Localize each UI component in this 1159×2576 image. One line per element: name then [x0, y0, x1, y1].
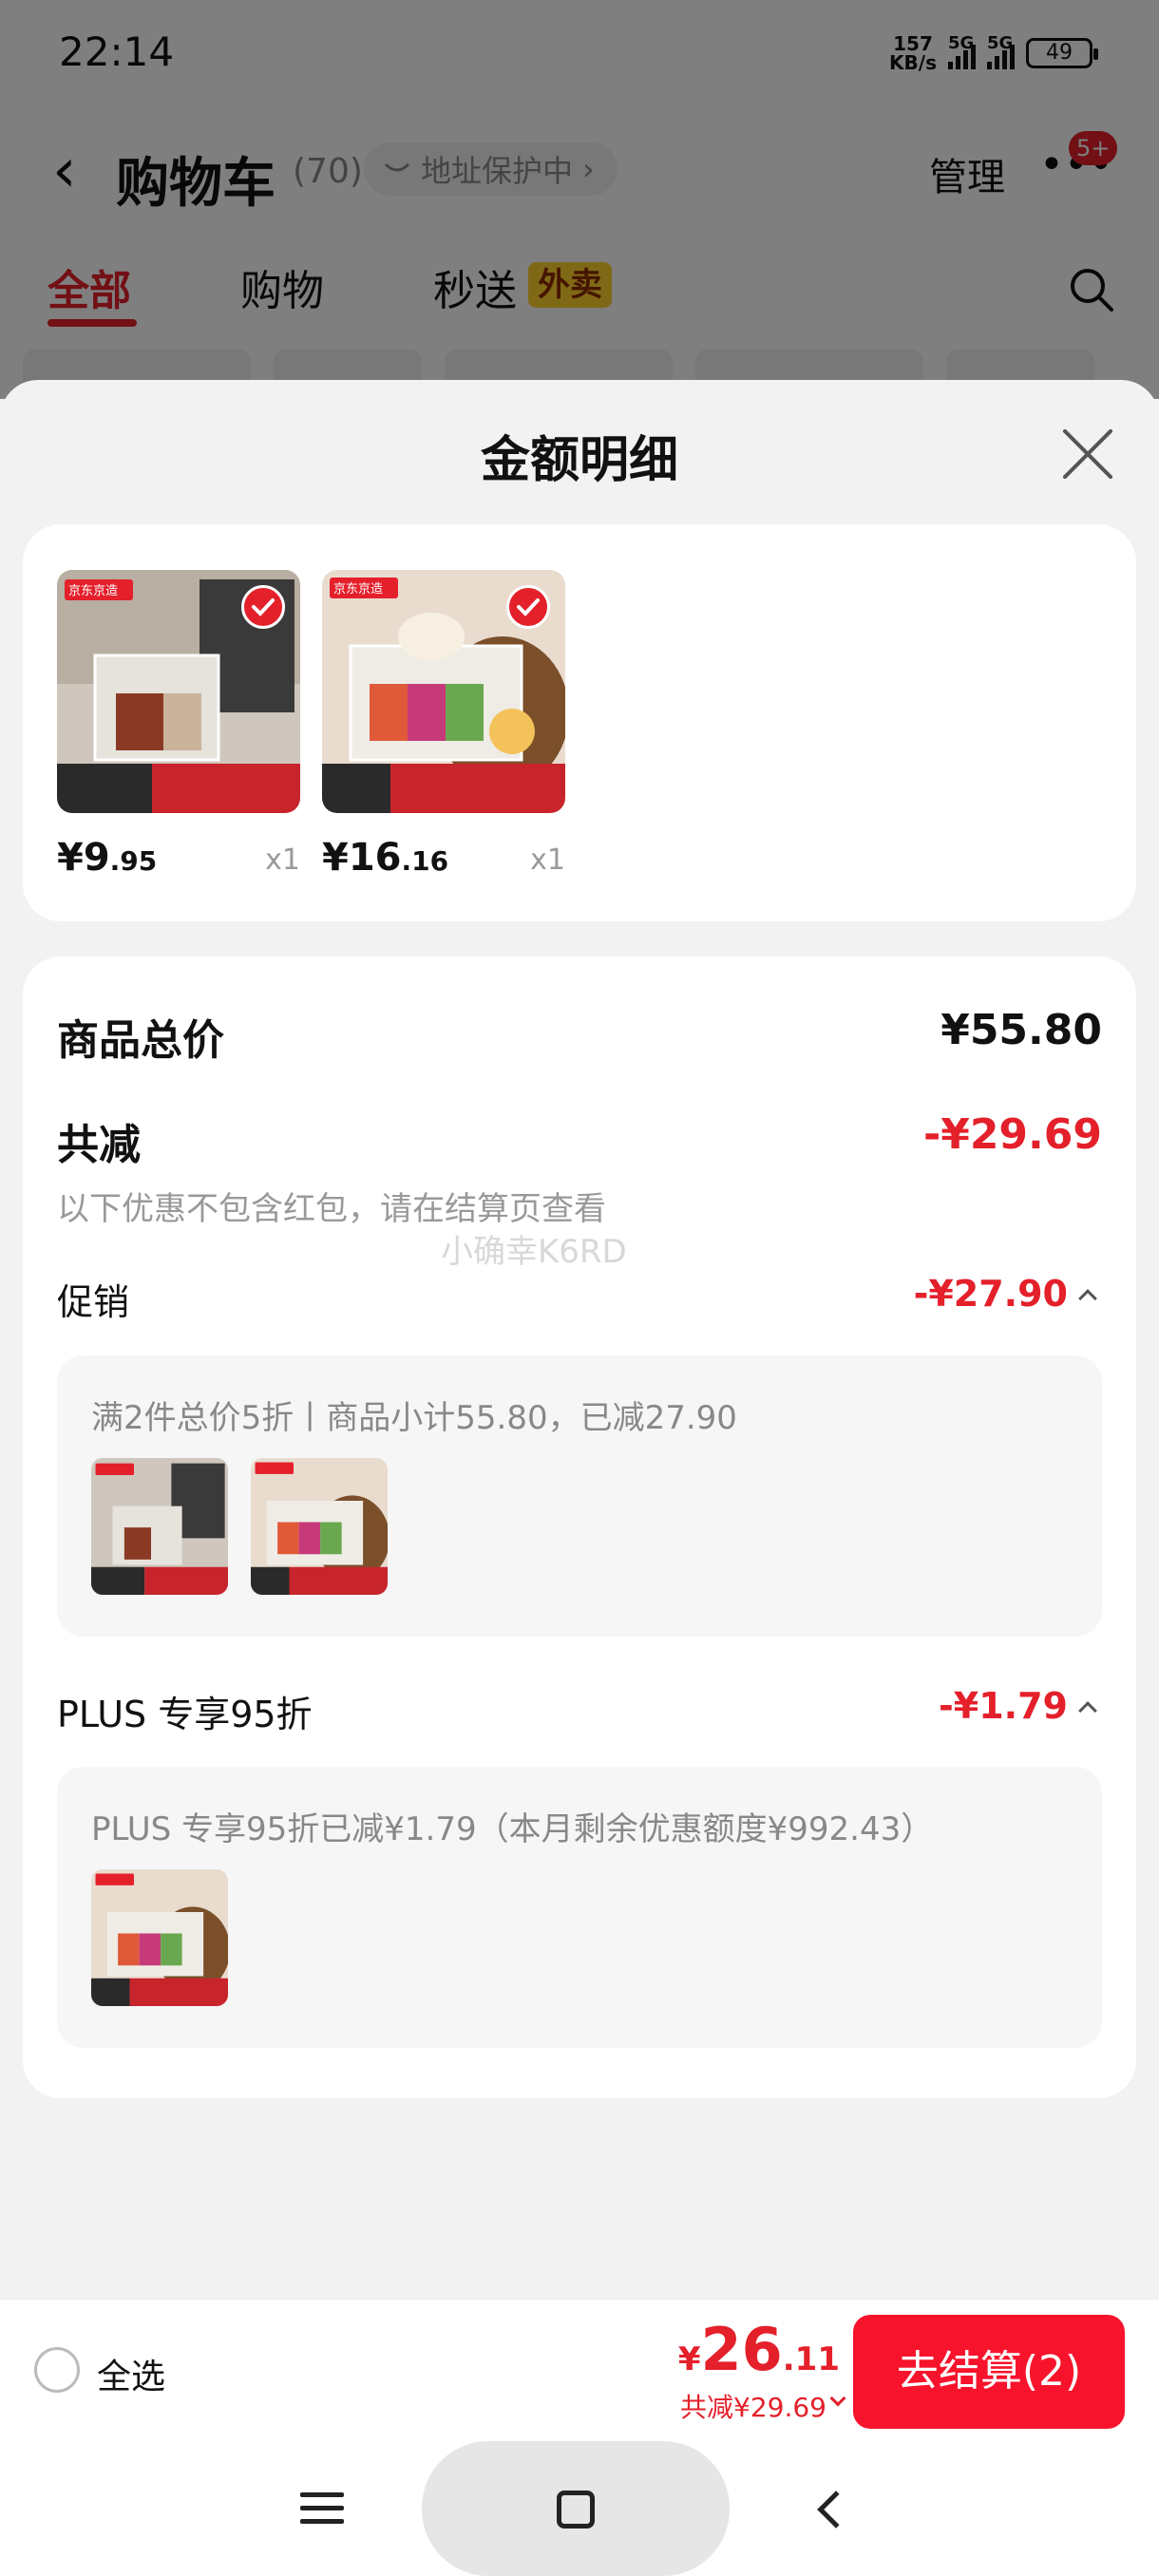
plus-description: PLUS 专享95折已减¥1.79（本月剩余优惠额度¥992.43） — [91, 1810, 934, 1848]
promo-thumb — [91, 1458, 228, 1595]
menu-icon[interactable] — [300, 2492, 344, 2532]
product-brand-label: 京东京造 — [68, 584, 118, 598]
close-icon[interactable] — [1062, 427, 1115, 481]
product-qty: x1 — [265, 843, 300, 877]
plus-box: PLUS 专享95折已减¥1.79（本月剩余优惠额度¥992.43） — [57, 1767, 1102, 2048]
product-item[interactable]: 京东京造 ¥9.95 x1 — [57, 570, 300, 880]
plus-toggle[interactable]: -¥1.79 — [939, 1685, 1102, 1727]
checkout-bar: 全选 ¥26.11 共减¥29.69 去结算(2) — [0, 2299, 1159, 2441]
total-price-int: 26 — [700, 2315, 783, 2384]
product-price-dec: .16 — [401, 845, 449, 877]
product-price-int: ¥9 — [57, 836, 110, 880]
product-item[interactable]: 京东京造 ¥16.16 x1 — [322, 570, 565, 880]
check-icon — [241, 585, 285, 629]
promo-box: 满2件总价5折丨商品小计55.80，已减27.90 — [57, 1355, 1102, 1637]
product-qty: x1 — [530, 843, 565, 877]
watermark-text: 小确幸K6RD — [441, 1233, 627, 1271]
select-all-label[interactable]: 全选 — [97, 2349, 165, 2398]
checkout-button[interactable]: 去结算(2) — [853, 2315, 1125, 2429]
total-value: ¥55.80 — [940, 1006, 1102, 1054]
discount-note: 以下优惠不包含红包，请在结算页查看 — [57, 1190, 606, 1228]
product-brand-label: 京东京造 — [333, 582, 383, 597]
total-label: 商品总价 — [57, 1016, 224, 1065]
promo-value: -¥27.90 — [913, 1273, 1068, 1315]
total-price: ¥26.11 — [678, 2315, 840, 2384]
chevron-up-icon — [1078, 1701, 1097, 1720]
chevron-up-icon — [1078, 1289, 1097, 1308]
plus-value: -¥1.79 — [939, 1685, 1068, 1727]
discount-value: -¥29.69 — [922, 1110, 1102, 1159]
product-price-int: ¥16 — [322, 836, 402, 880]
discount-label: 共减 — [57, 1121, 141, 1169]
product-image: 京东京造 — [57, 570, 300, 813]
products-card: 京东京造 ¥9.95 x1 京东京造 ¥16.16 x1 — [23, 524, 1136, 921]
promo-thumb — [251, 1458, 388, 1595]
product-image: 京东京造 — [322, 570, 565, 813]
select-all-radio[interactable] — [34, 2347, 80, 2393]
promo-label: 促销 — [57, 1281, 130, 1323]
back-icon[interactable] — [817, 2491, 855, 2529]
dim-overlay[interactable] — [0, 0, 1159, 399]
system-nav-bar — [0, 2441, 1159, 2576]
price-detail-card: 商品总价 ¥55.80 共减 -¥29.69 以下优惠不包含红包，请在结算页查看… — [23, 957, 1136, 2098]
check-icon — [506, 585, 550, 629]
amount-detail-sheet: 金额明细 京东京造 ¥9.95 x1 京东京造 ¥16.16 x1 商品总价 ¥… — [0, 380, 1159, 2299]
chevron-down-icon[interactable] — [829, 2390, 846, 2407]
promo-toggle[interactable]: -¥27.90 — [914, 1273, 1102, 1315]
product-price: ¥16.16 — [322, 836, 448, 880]
sheet-title: 金额明细 — [480, 432, 678, 489]
plus-label: PLUS 专享95折 — [57, 1694, 313, 1735]
total-currency: ¥ — [677, 2340, 701, 2378]
product-price: ¥9.95 — [57, 836, 157, 880]
home-icon[interactable] — [557, 2491, 595, 2529]
total-price-dec: .11 — [782, 2340, 840, 2378]
promo-description: 满2件总价5折丨商品小计55.80，已减27.90 — [91, 1399, 737, 1437]
product-price-dec: .95 — [109, 845, 158, 877]
plus-thumb — [91, 1869, 228, 2006]
total-discount[interactable]: 共减¥29.69 — [680, 2387, 826, 2425]
